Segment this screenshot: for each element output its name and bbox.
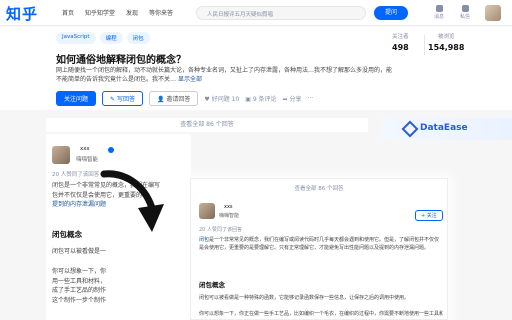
follow-author-button[interactable]: + 关注 <box>415 210 443 221</box>
dataease-ad-banner[interactable]: DataEase <box>380 118 512 140</box>
overlay-intro-text: 是一个非常常见的概念，我们在编写或阅读代码时几乎每天都会遇到和使用它。但是，了解… <box>199 237 440 251</box>
comments-button[interactable]: ▣ 9 条评论 <box>245 94 276 103</box>
invite-answer-label: 邀请回答 <box>166 96 191 103</box>
more-button[interactable]: ··· <box>308 95 314 102</box>
stat-divider <box>424 35 425 55</box>
search-input[interactable]: 人民日报评五月天疑似假唱 <box>196 6 366 20</box>
messages-button[interactable]: 私信 <box>456 5 474 20</box>
views-stat: 被浏览 154,988 <box>428 32 464 52</box>
nav-link-home[interactable]: 首页 <box>62 8 74 17</box>
nav-link-explore[interactable]: 发现 <box>126 8 138 17</box>
section-paragraph-2: 你可以想象一下，你 用一些工具和材料， 成了手工艺品的制作 这个制作一步个制作 <box>52 267 192 305</box>
overlay-author-subtitle: 嗨嗨智能 <box>219 213 240 219</box>
overlay-author-avatar[interactable] <box>199 203 215 219</box>
dataease-logo-icon <box>401 120 419 138</box>
followers-label: 关注者 <box>392 34 409 40</box>
show-all-link[interactable]: 显示全部 <box>178 76 202 83</box>
section-paragraph-2-line-4: 这个制作一步个制作 <box>52 296 107 304</box>
views-count: 154,988 <box>428 43 465 52</box>
question-header: JavaScript 编程 闭包 如何通俗地解释闭包的概念？ 网上随便找一个闭包… <box>0 27 512 110</box>
author-avatar[interactable] <box>52 146 70 164</box>
share-label: 分享 <box>289 96 302 103</box>
messages-label: 私信 <box>459 14 470 20</box>
section-paragraph-1: 闭包可以被看做是一 <box>52 248 107 255</box>
section-heading: 闭包概念 <box>52 230 82 239</box>
good-question-label: 好问题 10 <box>211 96 240 103</box>
share-icon: ➦ <box>282 96 288 103</box>
view-all-answers-link[interactable]: 查看全部 86 个回答 <box>46 118 368 132</box>
invite-answer-button[interactable]: 👤 邀请回答 <box>148 91 199 106</box>
tag-closure[interactable]: 闭包 <box>126 32 150 44</box>
followers-stat: 关注者 498 <box>392 32 409 52</box>
bell-icon <box>435 5 443 12</box>
agree-count-meta: 20 人赞同了该回答 <box>52 172 100 178</box>
author-name[interactable]: xxs <box>80 146 89 152</box>
follow-question-button[interactable]: 关注问题 <box>56 91 97 106</box>
section-paragraph-2-line-3: 成了手工艺品的制作 <box>52 287 107 294</box>
heart-icon: ♥ <box>204 96 210 103</box>
section-paragraph-2-line-2: 用一些工具和材料， <box>52 277 107 285</box>
nav-links: 首页 知乎知学堂 发现 等你来答 <box>62 8 173 17</box>
overlay-section-paragraph: 闭包可以被看做是一种特殊的函数，它能够记录函数保存一些信息，让保存之后的调用中使… <box>199 295 410 301</box>
question-description: 网上随便找一个闭包的解释，动不动就长篇大论，各种专业名词，又扯上了内存泄露，各种… <box>56 66 396 84</box>
overlay-agree-meta: 20 人赞同了该回答 <box>199 227 242 233</box>
ask-button[interactable]: 提问 <box>374 6 408 20</box>
overlay-section-heading: 闭包概念 <box>199 281 225 289</box>
nav-link-waiting[interactable]: 等你来答 <box>149 8 173 17</box>
question-title: 如何通俗地解释闭包的概念？ <box>56 55 186 66</box>
zhihu-logo[interactable]: 知乎 <box>6 3 38 24</box>
write-answer-label: 写回答 <box>116 96 135 103</box>
author-subtitle: 嗨嗨智能 <box>76 157 99 163</box>
verified-icon <box>108 147 114 153</box>
question-actions: 关注问题 ✎ 写回答 👤 邀请回答 ♥ 好问题 10 ▣ 9 条评论 ➦ 分享 … <box>56 91 313 106</box>
notifications-label: 消息 <box>433 14 444 20</box>
answer-overlay-screenshot: 查看全部 86 个回答 xxs 嗨嗨智能 + 关注 20 人赞同了该回答 闭包是… <box>190 178 448 320</box>
overlay-intro: 闭包是一个非常常见的概念，我们在编写或阅读代码时几乎每天都会遇到和使用它。但是，… <box>199 236 443 252</box>
followers-count: 498 <box>392 43 409 52</box>
section-paragraph-2-line-1: 你可以想象一下，你 <box>52 268 107 275</box>
topic-tags: JavaScript 编程 闭包 <box>56 32 150 44</box>
overlay-section-paragraph-2: 你可以想象一下，你正在做一些手工艺品，比如编织一个毛衣，在编织的过程中，你需要不… <box>199 311 443 317</box>
notifications-button[interactable]: 消息 <box>430 5 448 20</box>
top-navbar: 知乎 首页 知乎知学堂 发现 等你来答 人民日报评五月天疑似假唱 提问 消息 私… <box>0 0 512 26</box>
good-question-button[interactable]: ♥ 好问题 10 <box>204 94 239 103</box>
curved-arrow-icon <box>100 170 164 232</box>
comments-label: 9 条评论 <box>252 96 277 103</box>
views-label: 被浏览 <box>437 34 455 40</box>
write-answer-button[interactable]: ✎ 写回答 <box>102 91 143 106</box>
tag-programming[interactable]: 编程 <box>99 32 123 44</box>
user-avatar[interactable] <box>485 5 501 21</box>
share-button[interactable]: ➦ 分享 <box>283 94 302 103</box>
nav-link-academy[interactable]: 知乎知学堂 <box>85 8 115 17</box>
message-icon <box>461 5 469 12</box>
overlay-view-all-link[interactable]: 查看全部 86 个回答 <box>191 184 447 192</box>
closure-link[interactable]: 闭包 <box>199 237 209 243</box>
tag-javascript[interactable]: JavaScript <box>56 32 96 44</box>
overlay-author-name[interactable]: xxs <box>224 204 233 210</box>
ad-brand-name: DataEase <box>420 123 468 133</box>
question-description-text: 网上随便找一个闭包的解释，动不动就长篇大论，各种专业名词，又扯上了内存泄露，各种… <box>56 67 393 83</box>
comment-icon: ▣ <box>245 96 251 103</box>
